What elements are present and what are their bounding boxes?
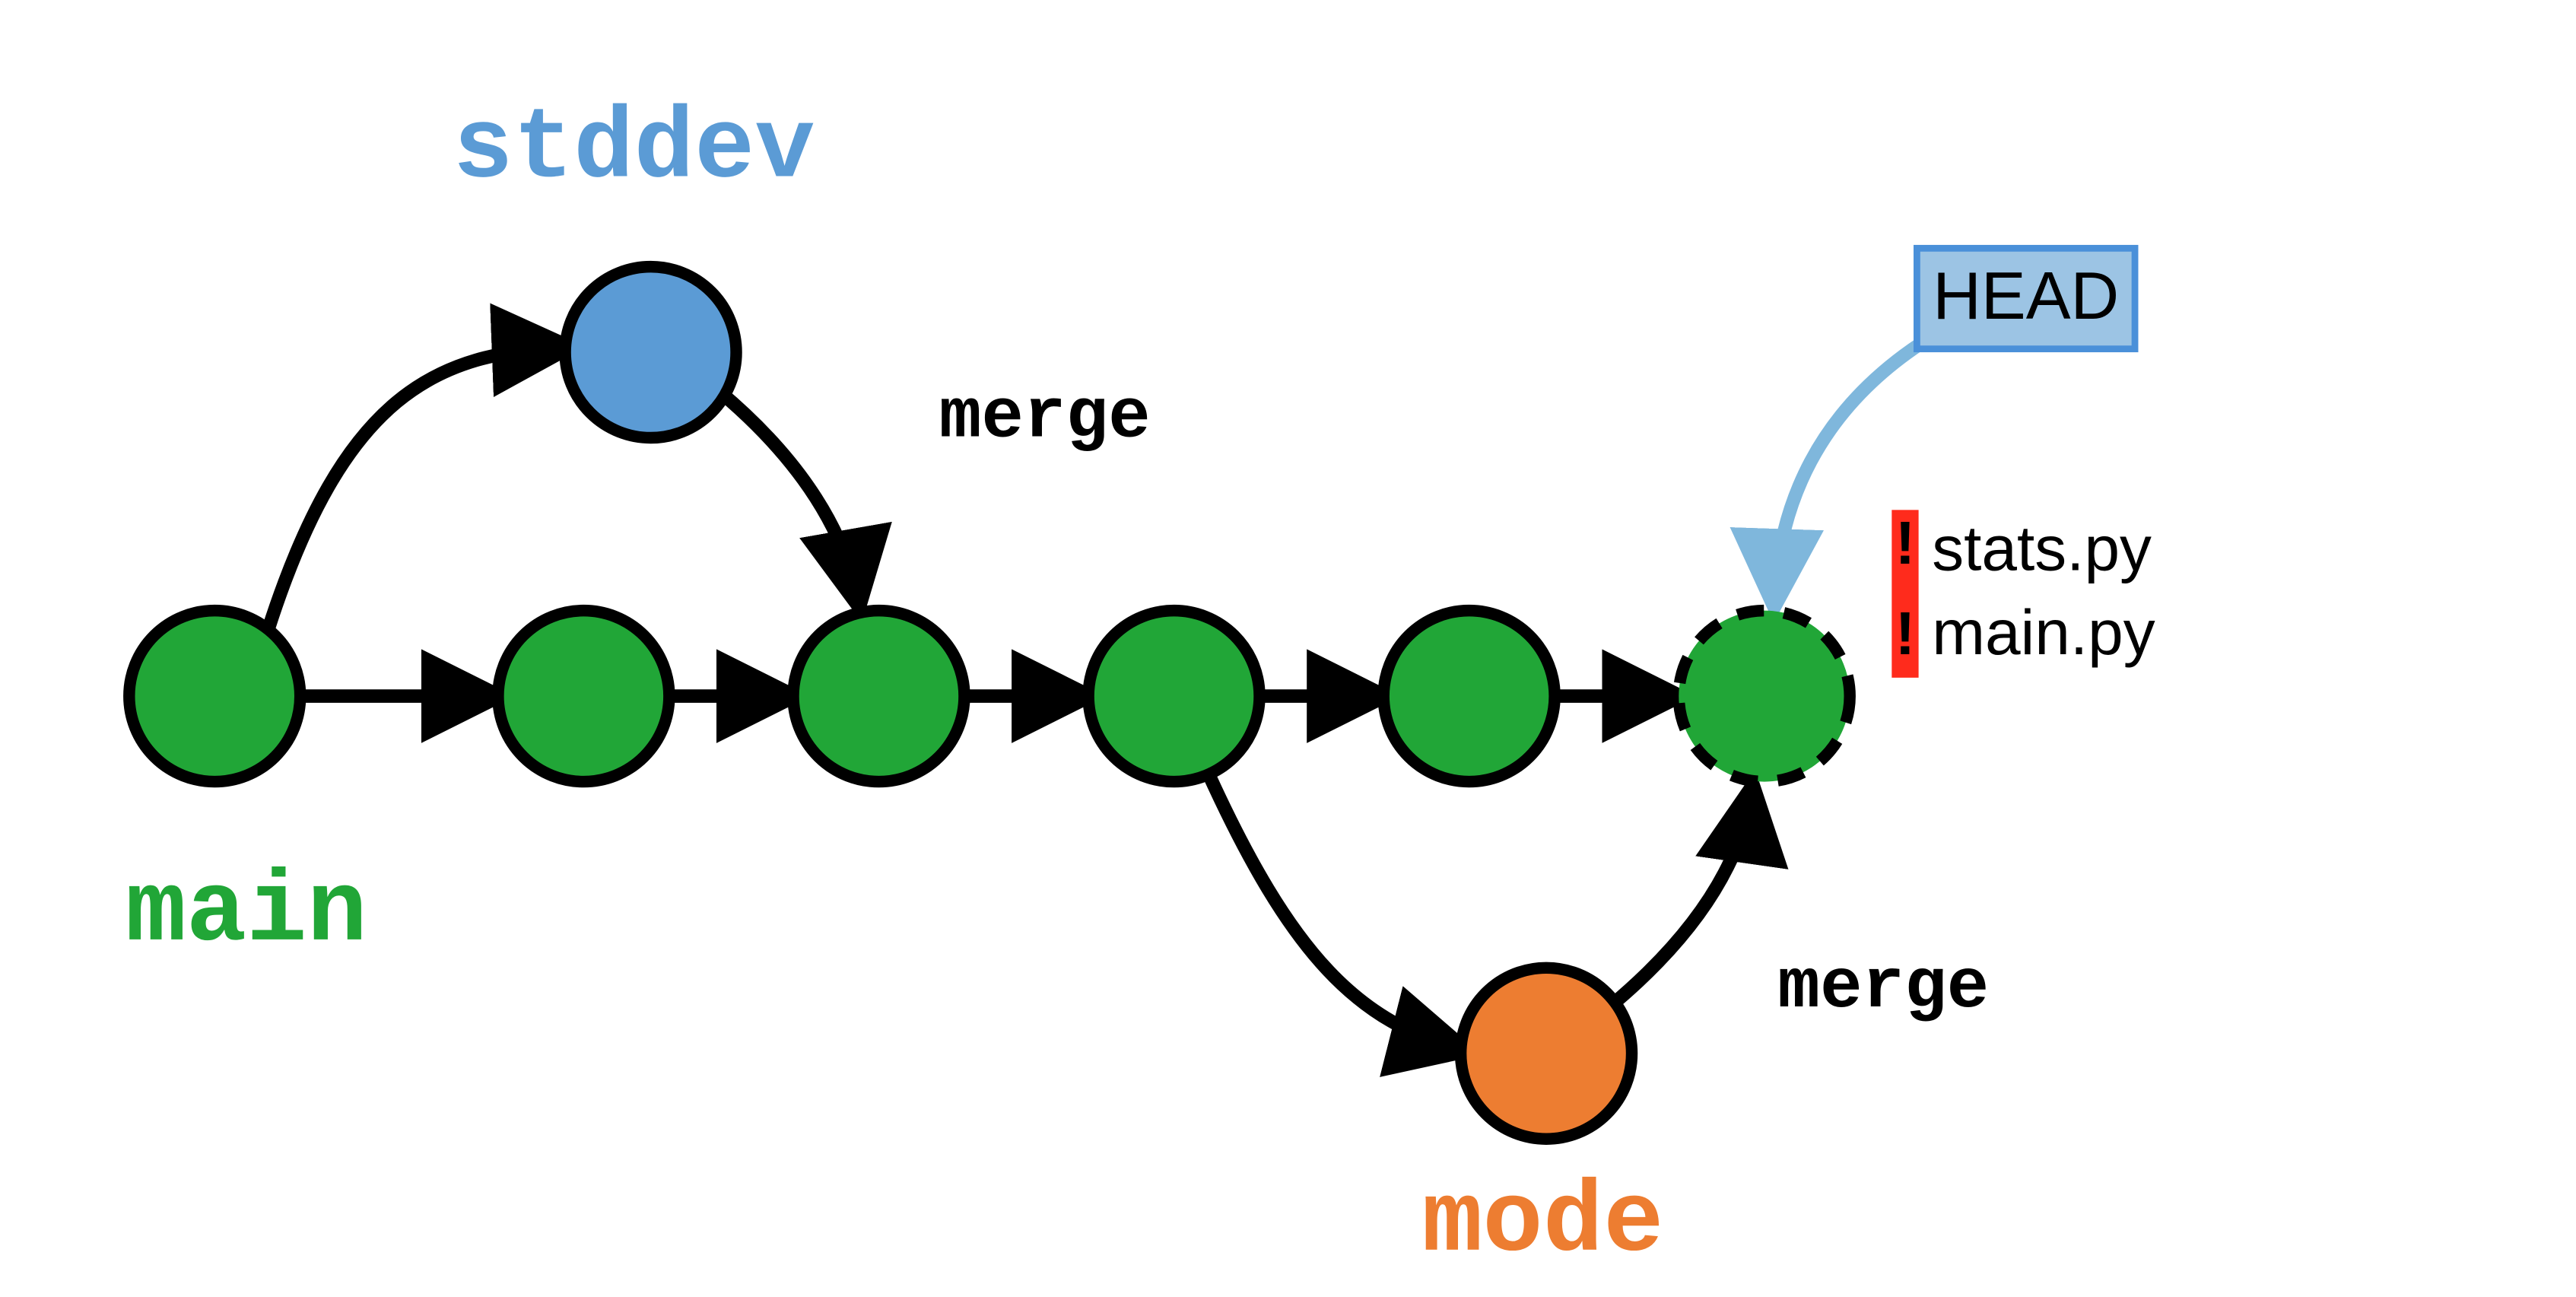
conflict-mark-2: ! — [1895, 599, 1915, 667]
commit-main-3 — [793, 611, 964, 782]
commit-main-4 — [1088, 611, 1259, 782]
edge-main4-mode — [1208, 771, 1464, 1050]
edge-mode-merge — [1610, 788, 1752, 1006]
edge-stddev-merge — [713, 386, 859, 604]
head-label: HEAD — [1933, 258, 2119, 333]
branch-label-main: main — [125, 856, 367, 970]
merge-label-mode: merge — [1777, 948, 1989, 1028]
edge-main1-stddev — [268, 347, 567, 628]
conflict-mark-1: ! — [1895, 509, 1915, 577]
commit-main-5 — [1383, 611, 1555, 782]
working-copy — [1679, 611, 1850, 782]
commit-main-2 — [498, 611, 669, 782]
commit-stddev — [565, 267, 736, 438]
branch-label-mode: mode — [1422, 1166, 1664, 1280]
conflict-file-2: main.py — [1932, 596, 2155, 668]
conflict-file-1: stats.py — [1932, 513, 2152, 584]
merge-label-stddev: merge — [939, 377, 1151, 457]
commit-mode — [1461, 968, 1632, 1139]
branch-label-stddev: stddev — [453, 93, 815, 207]
commit-main-1 — [129, 611, 300, 782]
git-diagram: HEAD ! ! stats.py main.py stddev main mo… — [0, 0, 2576, 1293]
